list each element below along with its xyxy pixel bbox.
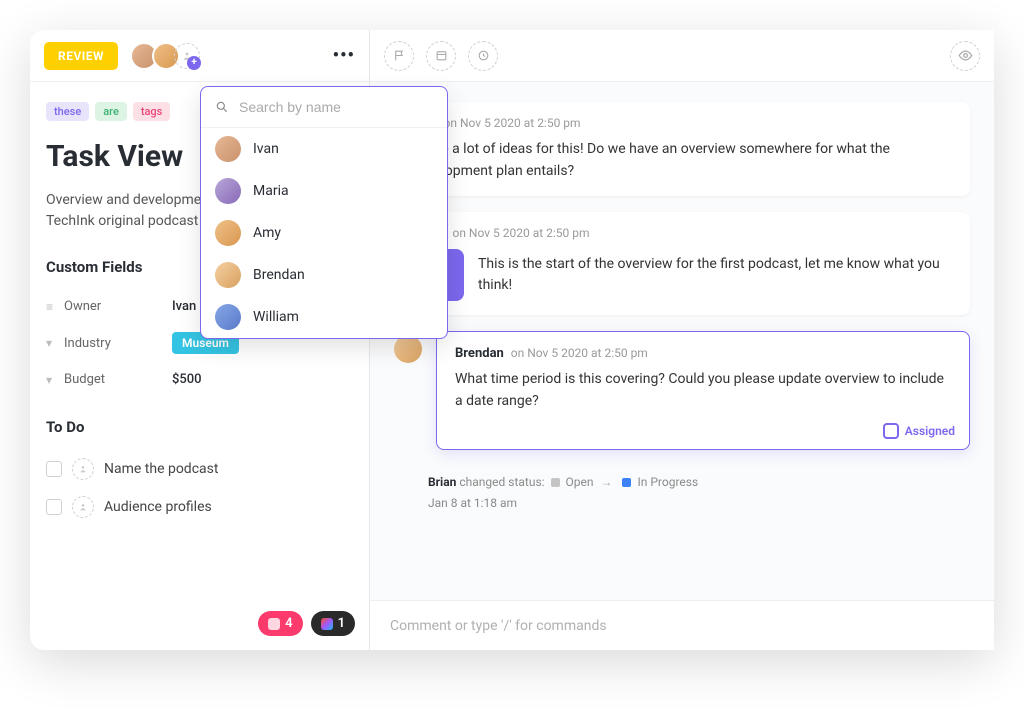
add-assignee-button[interactable]: + <box>174 43 200 69</box>
status-user: Brian <box>428 475 456 489</box>
arrow-icon: → <box>601 475 613 489</box>
avatar <box>215 220 241 246</box>
assigned-comment-card[interactable]: Brendan on Nov 5 2020 at 2:50 pm What ti… <box>436 331 970 449</box>
person-name: Brendan <box>253 267 305 283</box>
comment-row: Brendan on Nov 5 2020 at 2:50 pm What ti… <box>394 331 970 449</box>
person-name: Maria <box>253 183 289 199</box>
status-from: Open <box>566 475 594 489</box>
comment-timestamp: on Nov 5 2020 at 2:50 pm <box>511 346 648 360</box>
app-window: REVIEW + ••• these are tags Task View Ov… <box>30 30 994 650</box>
comments-area: Ivan on Nov 5 2020 at 2:50 pm I have a l… <box>370 82 994 600</box>
integration-badges: 4 1 <box>258 611 355 636</box>
avatar <box>215 304 241 330</box>
clock-icon <box>477 49 490 62</box>
calendar-icon <box>435 49 448 62</box>
assigned-badge[interactable]: Assigned <box>883 423 955 439</box>
assignee-avatars: + <box>130 42 200 70</box>
comment-author: Brendan <box>455 346 504 361</box>
comment-timestamp: on Nov 5 2020 at 2:50 pm <box>444 116 581 130</box>
comment-body: What time period is this covering? Could… <box>455 369 951 434</box>
status-color-icon <box>551 478 560 487</box>
tag[interactable]: these <box>46 102 89 121</box>
left-toolbar: REVIEW + ••• <box>30 30 369 82</box>
dropdown-field-icon: ▾ <box>46 373 64 387</box>
person-option[interactable]: Amy <box>201 212 447 254</box>
plus-icon: + <box>187 56 201 70</box>
field-label: Budget <box>64 372 172 387</box>
person-option[interactable]: Maria <box>201 170 447 212</box>
badge-count: 4 <box>285 616 292 631</box>
todo-list: Name the podcast Audience profiles <box>46 450 353 526</box>
comment-card[interactable]: Maria on Nov 5 2020 at 2:50 pm This is t… <box>394 212 970 315</box>
avatar <box>215 136 241 162</box>
text-field-icon: ≡ <box>46 300 64 314</box>
person-option[interactable]: William <box>201 296 447 338</box>
status-color-icon <box>622 478 631 487</box>
status-to: In Progress <box>637 475 698 489</box>
checkbox-icon <box>883 423 899 439</box>
person-name: William <box>253 309 299 325</box>
assign-person-icon[interactable] <box>72 458 94 480</box>
field-value[interactable]: $500 <box>172 372 202 387</box>
tag[interactable]: tags <box>133 102 171 121</box>
tag[interactable]: are <box>95 102 127 121</box>
checkbox[interactable] <box>46 461 62 477</box>
search-input[interactable] <box>239 99 433 115</box>
right-toolbar <box>370 30 994 82</box>
flag-button[interactable] <box>384 41 414 71</box>
comment-card[interactable]: Ivan on Nov 5 2020 at 2:50 pm I have a l… <box>394 102 970 196</box>
comment-timestamp: on Nov 5 2020 at 2:50 pm <box>452 226 589 240</box>
comment-composer[interactable]: Comment or type '/' for commands <box>370 600 994 650</box>
todo-label: Name the podcast <box>104 461 218 477</box>
assign-person-icon[interactable] <box>72 496 94 518</box>
status-timestamp: Jan 8 at 1:18 am <box>428 496 517 510</box>
flag-icon <box>393 49 406 62</box>
person-name: Amy <box>253 225 281 241</box>
dropdown-field-icon: ▾ <box>46 336 64 350</box>
time-button[interactable] <box>468 41 498 71</box>
right-panel: Ivan on Nov 5 2020 at 2:50 pm I have a l… <box>370 30 994 650</box>
checkbox[interactable] <box>46 499 62 515</box>
search-icon <box>215 100 229 114</box>
left-panel: REVIEW + ••• these are tags Task View Ov… <box>30 30 370 650</box>
badge-count: 1 <box>338 616 345 631</box>
eye-icon <box>958 48 973 63</box>
todo-item[interactable]: Name the podcast <box>46 450 353 488</box>
date-button[interactable] <box>426 41 456 71</box>
invision-icon <box>268 618 280 630</box>
comment-body: I have a lot of ideas for this! Do we ha… <box>412 139 952 182</box>
todo-label: Audience profiles <box>104 499 212 515</box>
figma-icon <box>321 618 333 630</box>
review-status-button[interactable]: REVIEW <box>44 42 118 70</box>
field-label: Industry <box>64 336 172 351</box>
status-verb: changed status: <box>459 475 544 489</box>
more-menu-button[interactable]: ••• <box>333 45 355 66</box>
avatar <box>215 178 241 204</box>
todo-heading: To Do <box>46 418 353 436</box>
comment-body: This is the start of the overview for th… <box>478 254 952 297</box>
watch-button[interactable] <box>950 41 980 71</box>
field-row-budget: ▾ Budget $500 <box>46 363 353 396</box>
person-option[interactable]: Brendan <box>201 254 447 296</box>
person-option[interactable]: Ivan <box>201 128 447 170</box>
avatar[interactable] <box>394 335 422 363</box>
assigned-label: Assigned <box>905 424 955 438</box>
search-row <box>201 87 447 128</box>
field-label: Owner <box>64 299 172 314</box>
composer-placeholder: Comment or type '/' for commands <box>390 618 607 634</box>
integration-pill[interactable]: 1 <box>311 611 355 636</box>
integration-pill[interactable]: 4 <box>258 611 302 636</box>
status-change-log: Brian changed status: Open → In Progress… <box>394 466 970 515</box>
field-value[interactable]: Ivan <box>172 299 196 314</box>
people-search-dropdown: Ivan Maria Amy Brendan William <box>200 86 448 339</box>
avatar <box>215 262 241 288</box>
person-name: Ivan <box>253 141 279 157</box>
todo-item[interactable]: Audience profiles <box>46 488 353 526</box>
